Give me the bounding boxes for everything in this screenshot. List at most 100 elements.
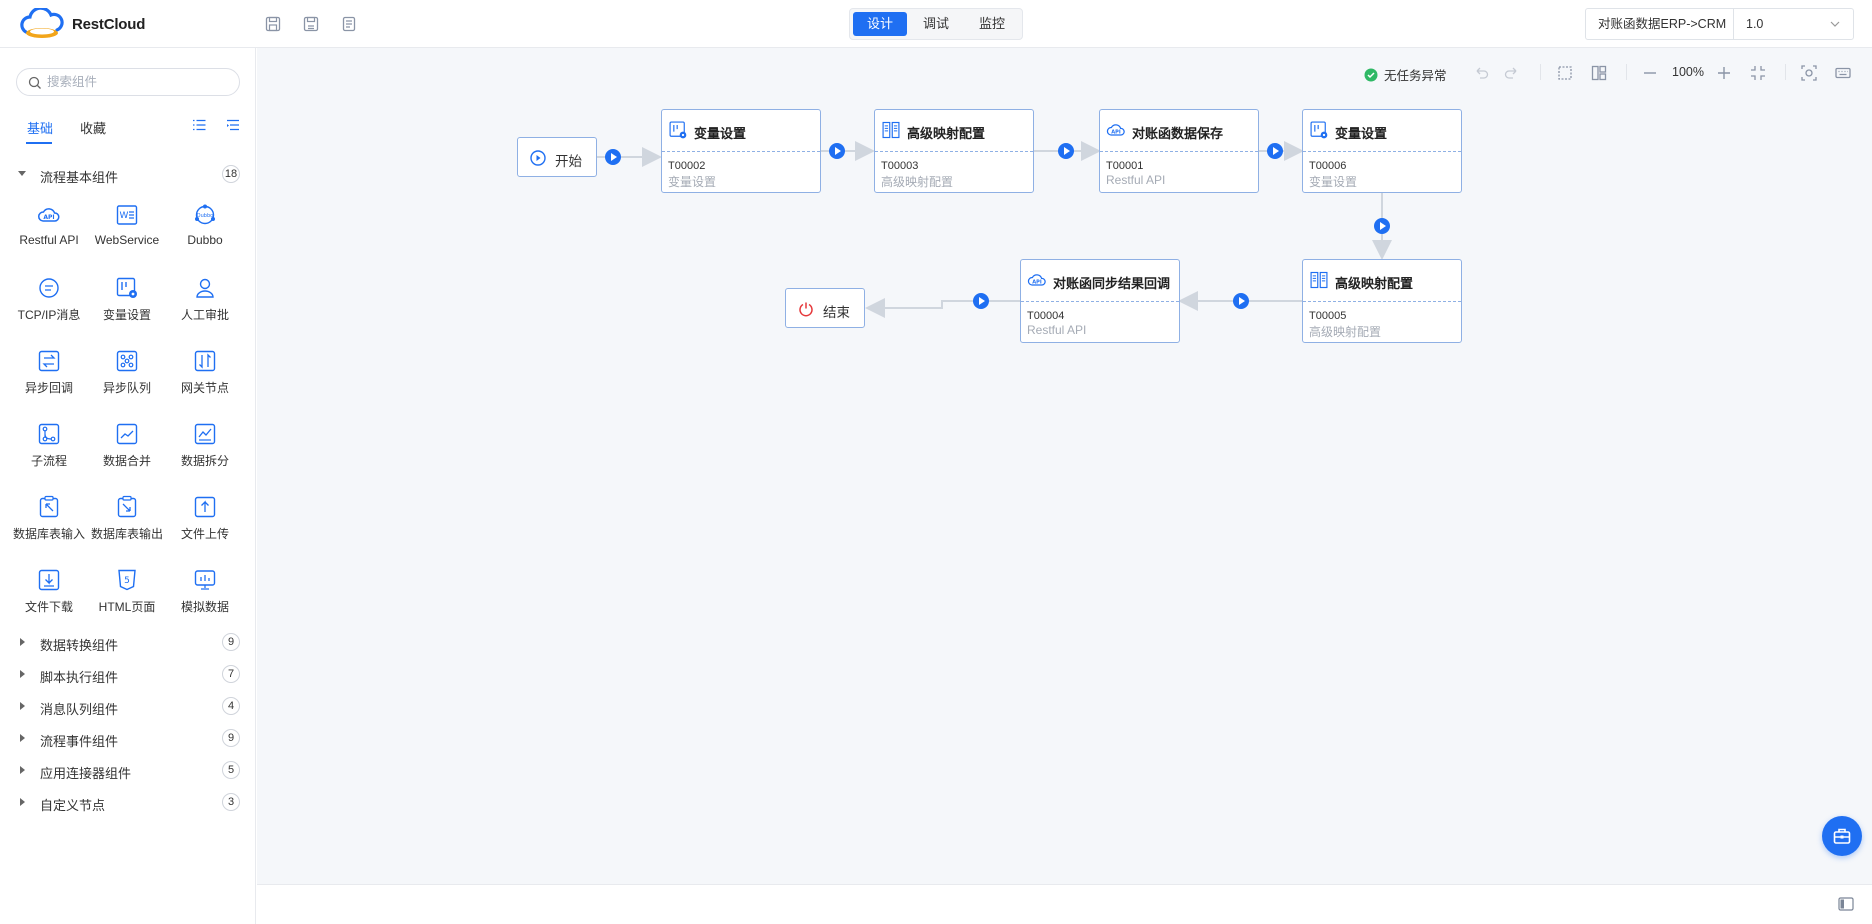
- output-port[interactable]: [829, 143, 845, 159]
- group-app-connectors[interactable]: 应用连接器组件 5: [0, 760, 256, 782]
- component-label: 人工审批: [180, 308, 229, 322]
- flow-name-field[interactable]: 对账函数据ERP->CRM: [1586, 9, 1734, 39]
- component-html-page[interactable]: 5 HTML页面: [88, 568, 166, 624]
- start-node[interactable]: 开始: [517, 137, 597, 177]
- flow-node[interactable]: 变量设置 T00006 变量设置: [1302, 109, 1462, 193]
- node-desc: 高级映射配置: [1309, 325, 1382, 339]
- flow-node[interactable]: API 对账函数据保存 T00001 Restful API: [1099, 109, 1259, 193]
- version-value: 1.0: [1746, 17, 1764, 31]
- group-message-queue[interactable]: 消息队列组件 4: [0, 696, 256, 718]
- component-label: 文件上传: [180, 527, 229, 541]
- flow-node[interactable]: 变量设置 T00002 变量设置: [661, 109, 821, 193]
- tab-monitor[interactable]: 监控: [965, 12, 1019, 36]
- group-label: 脚本执行组件: [40, 670, 119, 685]
- component-label: 文件下载: [24, 600, 73, 614]
- version-select[interactable]: 1.0: [1734, 9, 1853, 39]
- group-label: 数据转换组件: [40, 638, 119, 653]
- component-user-approval[interactable]: 人工审批: [166, 276, 244, 332]
- group-label: 应用连接器组件: [40, 766, 132, 781]
- node-code: T00003: [881, 160, 919, 172]
- component-tcp-message[interactable]: TCP/IP消息: [10, 276, 88, 332]
- db-input-icon: [39, 495, 59, 518]
- layout-icon[interactable]: [1590, 64, 1608, 82]
- svg-text:W: W: [120, 211, 129, 221]
- output-port[interactable]: [1058, 143, 1074, 159]
- flow-canvas[interactable]: [257, 48, 1872, 884]
- zoom-out-icon[interactable]: [1641, 64, 1659, 82]
- tab-design[interactable]: 设计: [853, 12, 908, 36]
- node-desc: 高级映射配置: [881, 175, 954, 189]
- component-mock-data[interactable]: 模拟数据: [166, 568, 244, 624]
- active-tab-indicator: [26, 142, 52, 144]
- group-count-badge: 18: [222, 165, 240, 183]
- component-data-merge[interactable]: 数据合并: [88, 422, 166, 478]
- component-label: 异步回调: [24, 381, 73, 395]
- save-icon[interactable]: [264, 15, 282, 33]
- end-node[interactable]: 结束: [785, 288, 865, 328]
- component-async-callback[interactable]: 异步回调: [10, 349, 88, 405]
- output-port[interactable]: [1233, 293, 1249, 309]
- component-db-output[interactable]: 数据库表输出: [88, 495, 166, 551]
- component-data-split[interactable]: 数据拆分: [166, 422, 244, 478]
- output-port[interactable]: [1374, 218, 1390, 234]
- keyboard-icon[interactable]: [1834, 64, 1852, 82]
- zoom-in-icon[interactable]: [1715, 64, 1733, 82]
- tab-basic[interactable]: 基础: [27, 118, 53, 137]
- node-header: 高级映射配置: [1303, 260, 1461, 302]
- screenshot-icon[interactable]: [1800, 64, 1818, 82]
- power-icon: [799, 302, 813, 317]
- group-data-transform[interactable]: 数据转换组件 9: [0, 632, 256, 654]
- tab-favorites[interactable]: 收藏: [80, 118, 106, 137]
- component-async-queue[interactable]: 异步队列: [88, 349, 166, 405]
- flow-node[interactable]: 高级映射配置 T00005 高级映射配置: [1302, 259, 1462, 343]
- data-merge-icon: [116, 423, 138, 445]
- component-label: 子流程: [30, 454, 67, 468]
- group-count-badge: 7: [222, 665, 240, 683]
- logo-text: RestCloud: [72, 15, 146, 33]
- toolbox-button[interactable]: [1822, 816, 1862, 856]
- component-restful-api[interactable]: API Restful API: [10, 203, 88, 259]
- select-area-icon[interactable]: [1556, 64, 1574, 82]
- search-input[interactable]: [47, 73, 232, 91]
- component-variable-settings[interactable]: 变量设置: [88, 276, 166, 332]
- flow-node[interactable]: API 对账函同步结果回调 T00004 Restful API: [1020, 259, 1180, 343]
- compact-view-icon[interactable]: [225, 117, 241, 133]
- node-desc: Restful API: [1106, 173, 1166, 187]
- output-port[interactable]: [605, 149, 621, 165]
- flow-selector: 对账函数据ERP->CRM 1.0: [1585, 8, 1854, 40]
- group-basic-components[interactable]: 流程基本组件 18: [0, 164, 256, 186]
- component-file-upload[interactable]: 文件上传: [166, 495, 244, 551]
- bottom-bar: [257, 884, 1872, 924]
- dubbo-icon: Dubbo: [195, 204, 215, 225]
- flow-node[interactable]: 高级映射配置 T00003 高级映射配置: [874, 109, 1034, 193]
- fit-screen-icon[interactable]: [1749, 64, 1767, 82]
- node-title: 高级映射配置: [907, 126, 986, 141]
- redo-icon[interactable]: [1503, 64, 1521, 82]
- component-subprocess[interactable]: 子流程: [10, 422, 88, 478]
- undo-icon[interactable]: [1472, 64, 1490, 82]
- list-view-icon[interactable]: [191, 117, 207, 133]
- component-gateway[interactable]: 网关节点: [166, 349, 244, 405]
- panel-toggle-icon[interactable]: [1838, 897, 1854, 911]
- tab-debug[interactable]: 调试: [909, 12, 963, 36]
- save-as-icon[interactable]: [302, 15, 320, 33]
- component-webservice[interactable]: W WebService: [88, 203, 166, 259]
- node-desc: Restful API: [1027, 323, 1087, 337]
- group-script-exec[interactable]: 脚本执行组件 7: [0, 664, 256, 686]
- document-icon[interactable]: [340, 15, 358, 33]
- component-db-input[interactable]: 数据库表输入: [10, 495, 88, 551]
- svg-text:API: API: [1111, 129, 1121, 135]
- group-custom-nodes[interactable]: 自定义节点 3: [0, 792, 256, 814]
- node-header: 高级映射配置: [875, 110, 1033, 152]
- output-port[interactable]: [973, 293, 989, 309]
- component-file-download[interactable]: 文件下载: [10, 568, 88, 624]
- component-label: TCP/IP消息: [17, 308, 81, 322]
- file-download-icon: [38, 569, 60, 591]
- component-label: 模拟数据: [180, 600, 229, 614]
- tcp-message-icon: [39, 278, 59, 298]
- component-dubbo[interactable]: Dubbo Dubbo: [166, 203, 244, 259]
- output-port[interactable]: [1267, 143, 1283, 159]
- component-sidebar: 基础 收藏 流程基本组件 18 API Restful API W WebSer…: [0, 48, 256, 924]
- group-flow-events[interactable]: 流程事件组件 9: [0, 728, 256, 750]
- node-title: 对账函数据保存: [1132, 126, 1224, 141]
